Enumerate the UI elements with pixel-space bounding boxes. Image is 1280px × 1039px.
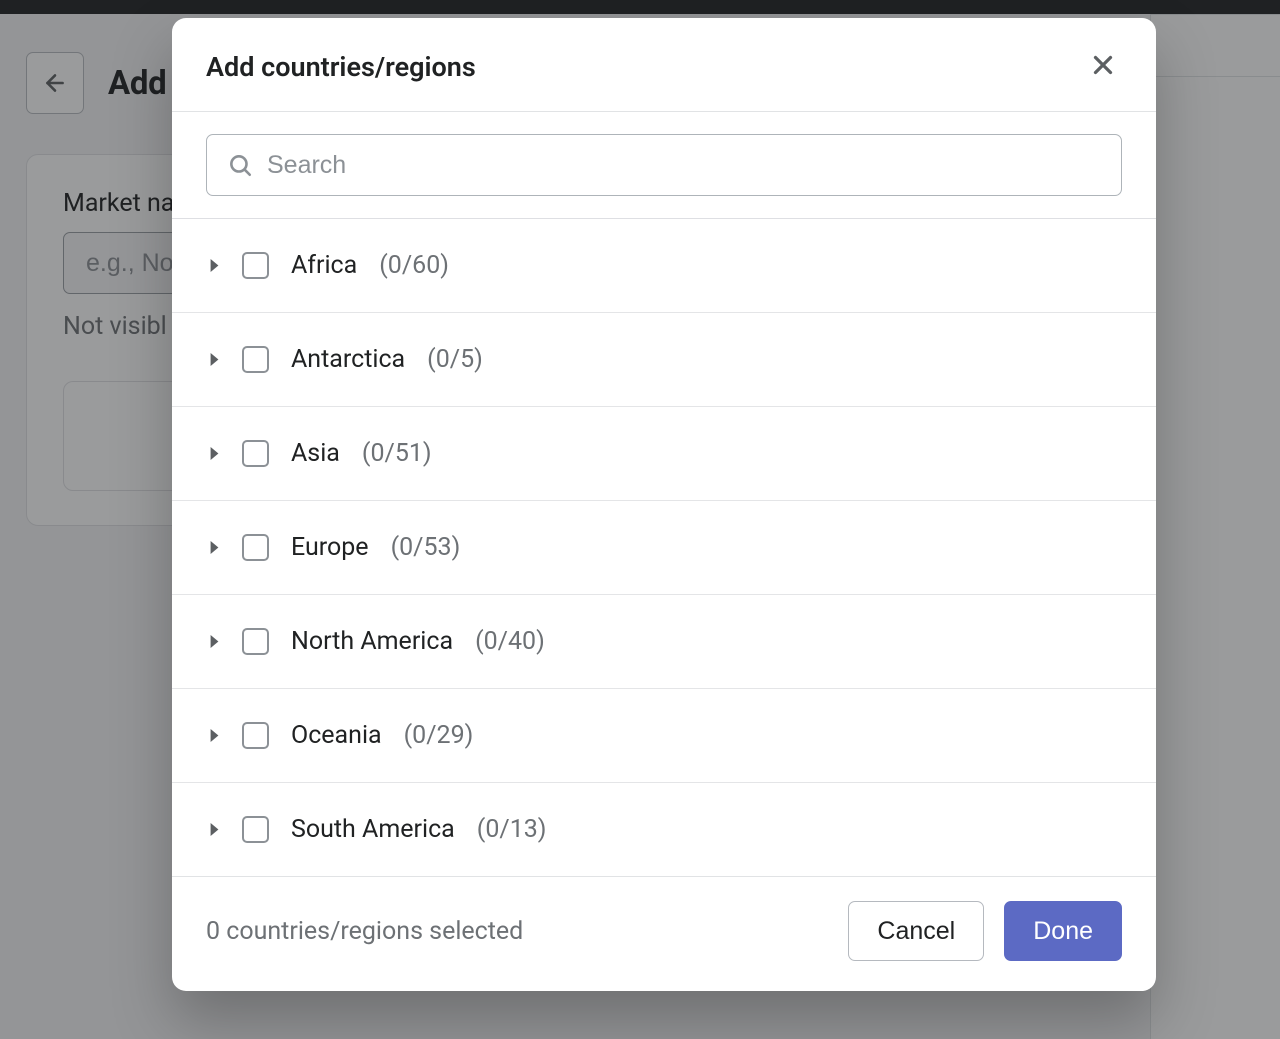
selection-count: 0 countries/regions selected [206, 917, 523, 946]
chevron-right-icon[interactable] [206, 352, 222, 368]
chevron-right-icon[interactable] [206, 728, 222, 744]
region-count: (0/51) [362, 439, 432, 468]
chevron-right-icon[interactable] [206, 822, 222, 838]
region-checkbox[interactable] [242, 534, 269, 561]
region-name[interactable]: North America [291, 627, 453, 656]
region-row: Asia (0/51) [172, 407, 1156, 501]
region-name[interactable]: Africa [291, 251, 357, 280]
search-section [172, 112, 1156, 219]
region-checkbox[interactable] [242, 252, 269, 279]
modal-title: Add countries/regions [206, 51, 476, 83]
region-count: (0/40) [475, 627, 545, 656]
region-name[interactable]: Europe [291, 533, 369, 562]
chevron-right-icon[interactable] [206, 634, 222, 650]
modal-footer: 0 countries/regions selected Cancel Done [172, 876, 1156, 991]
region-count: (0/13) [477, 815, 547, 844]
region-row: Africa (0/60) [172, 219, 1156, 313]
region-name[interactable]: Antarctica [291, 345, 405, 374]
region-name[interactable]: Oceania [291, 721, 382, 750]
region-row: North America (0/40) [172, 595, 1156, 689]
region-row: Antarctica (0/5) [172, 313, 1156, 407]
region-checkbox[interactable] [242, 628, 269, 655]
add-countries-modal: Add countries/regions Africa (0/60) Antarc… [172, 18, 1156, 991]
cancel-button[interactable]: Cancel [848, 901, 984, 961]
region-row: Europe (0/53) [172, 501, 1156, 595]
region-count: (0/60) [379, 251, 449, 280]
region-count: (0/53) [391, 533, 461, 562]
region-row: South America (0/13) [172, 783, 1156, 876]
chevron-right-icon[interactable] [206, 446, 222, 462]
region-count: (0/5) [427, 345, 483, 374]
region-checkbox[interactable] [242, 440, 269, 467]
region-row: Oceania (0/29) [172, 689, 1156, 783]
region-name[interactable]: Asia [291, 439, 340, 468]
close-button[interactable] [1084, 46, 1122, 87]
search-input[interactable] [267, 151, 1101, 180]
chevron-right-icon[interactable] [206, 540, 222, 556]
modal-header: Add countries/regions [172, 18, 1156, 112]
search-field[interactable] [206, 134, 1122, 196]
search-icon [227, 152, 253, 178]
region-checkbox[interactable] [242, 346, 269, 373]
region-list: Africa (0/60) Antarctica (0/5) Asia (0/51) Eur… [172, 219, 1156, 876]
region-checkbox[interactable] [242, 722, 269, 749]
region-name[interactable]: South America [291, 815, 455, 844]
region-count: (0/29) [404, 721, 474, 750]
chevron-right-icon[interactable] [206, 258, 222, 274]
done-button[interactable]: Done [1004, 901, 1122, 961]
close-icon [1088, 50, 1118, 80]
region-checkbox[interactable] [242, 816, 269, 843]
